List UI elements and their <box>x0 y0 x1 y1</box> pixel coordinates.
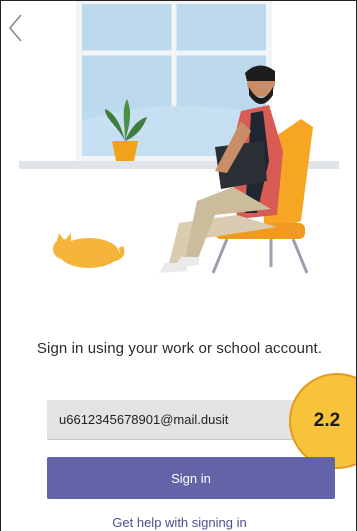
help-signin-link[interactable]: Get help with signing in <box>1 515 356 530</box>
step-annotation-badge: 2.2 <box>289 373 356 469</box>
chevron-left-icon <box>8 14 22 42</box>
signin-screen: Sign in using your work or school accoun… <box>0 0 357 531</box>
welcome-illustration <box>19 1 339 274</box>
email-field[interactable] <box>47 400 317 440</box>
signin-button[interactable]: Sign in <box>47 457 335 499</box>
signin-prompt: Sign in using your work or school accoun… <box>36 340 323 357</box>
cat-illustration <box>53 233 125 268</box>
back-button[interactable] <box>5 11 27 45</box>
